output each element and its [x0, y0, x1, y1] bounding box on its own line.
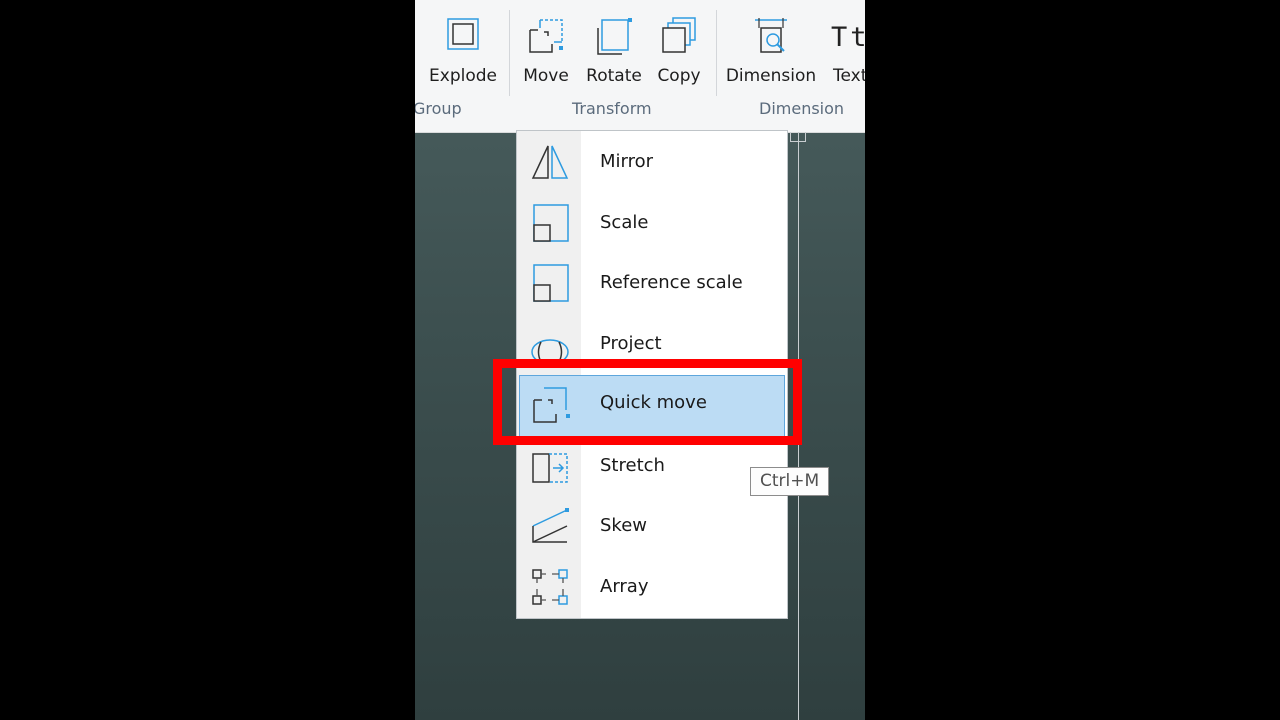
rotate-icon	[597, 18, 632, 55]
text-label: Text	[833, 66, 865, 86]
menu-item-mirror[interactable]: Mirror	[519, 134, 785, 190]
move-label: Move	[523, 66, 569, 86]
menu-item-array[interactable]: Array	[519, 559, 785, 615]
explode-icon	[447, 18, 479, 50]
explode-button[interactable]: Explode	[427, 8, 499, 94]
menu-item-label: Scale	[600, 212, 649, 233]
copy-icon	[662, 17, 696, 53]
rotate-button[interactable]: Rotate	[583, 8, 645, 94]
rotate-label: Rotate	[586, 66, 642, 86]
group-label-dimension: Dimension	[759, 99, 845, 118]
red-highlight-box	[493, 359, 802, 445]
ribbon-toolbar: Explode Move Rotate Copy Dimension Tt Te…	[415, 0, 865, 133]
array-icon	[532, 569, 568, 605]
text-icon: Tt	[831, 22, 865, 53]
ribbon-separator	[509, 10, 510, 96]
move-icon	[529, 19, 563, 53]
text-button[interactable]: Tt Text	[826, 8, 865, 94]
dimension-button[interactable]: Dimension	[725, 8, 817, 94]
menu-item-label: Reference scale	[600, 272, 743, 293]
project-icon	[531, 339, 569, 364]
menu-item-label: Skew	[600, 515, 648, 536]
menu-item-scale[interactable]: Scale	[519, 195, 785, 251]
group-label-transform: Transform	[572, 99, 652, 118]
menu-item-label: Array	[600, 576, 649, 597]
group-label-group: Group	[415, 99, 462, 118]
mirror-icon	[531, 145, 569, 179]
menu-item-label: Stretch	[600, 455, 665, 476]
menu-item-skew[interactable]: Skew	[519, 498, 785, 554]
app-window: Explode Move Rotate Copy Dimension Tt Te…	[415, 0, 865, 720]
dimension-label: Dimension	[725, 66, 817, 86]
scale-icon	[533, 204, 569, 242]
copy-button[interactable]: Copy	[653, 8, 705, 94]
dimension-icon	[755, 18, 787, 53]
reference-scale-icon	[533, 264, 569, 302]
move-button[interactable]: Move	[519, 8, 573, 94]
shortcut-tooltip: Ctrl+M	[750, 467, 830, 496]
menu-item-reference-scale[interactable]: Reference scale	[519, 255, 785, 311]
menu-item-label: Project	[600, 333, 662, 354]
ribbon-separator	[716, 10, 717, 96]
stretch-icon	[532, 453, 568, 483]
menu-item-stretch[interactable]: Stretch	[519, 438, 785, 494]
explode-label: Explode	[429, 66, 497, 86]
canvas-guide-handle[interactable]	[790, 132, 806, 142]
copy-label: Copy	[657, 66, 701, 86]
menu-item-label: Mirror	[600, 151, 654, 172]
skew-icon	[532, 508, 569, 543]
